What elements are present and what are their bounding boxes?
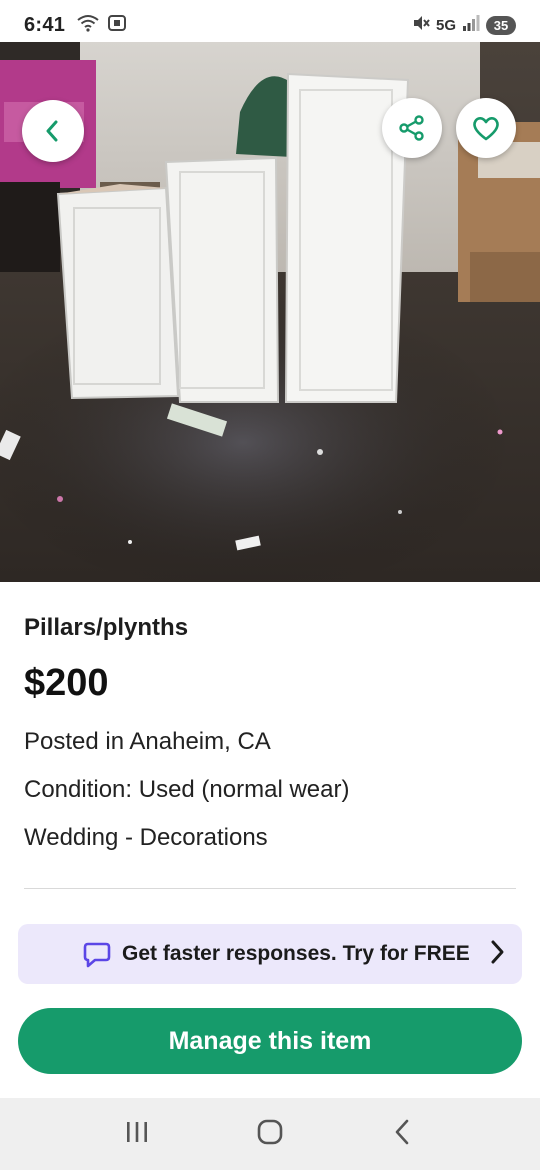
system-back-button[interactable] [373, 1104, 433, 1164]
manage-item-label: Manage this item [168, 1026, 372, 1055]
promo-text: Get faster responses. Try for FREE [122, 942, 470, 965]
item-title: Pillars/plynths [24, 614, 189, 641]
manage-item-button[interactable]: Manage this item [18, 1008, 522, 1074]
status-time: 6:41 [24, 13, 66, 36]
network-label: 5G [435, 16, 456, 34]
system-nav-bar [0, 1098, 540, 1170]
item-category: Wedding - Decorations [24, 824, 268, 851]
home-icon [256, 1118, 284, 1151]
promo-banner[interactable]: Get faster responses. Try for FREE [18, 924, 522, 984]
share-button[interactable] [382, 98, 442, 158]
listing-details: Pillars/plynths $200 Posted in Anaheim, … [24, 608, 516, 862]
back-button[interactable] [22, 100, 84, 162]
chat-bubble-icon [82, 941, 112, 974]
favorite-button[interactable] [456, 98, 516, 158]
chevron-right-icon [486, 937, 508, 972]
recents-button[interactable] [107, 1104, 167, 1164]
home-button[interactable] [240, 1104, 300, 1164]
item-location: Posted in Anaheim, CA [24, 728, 271, 755]
recents-icon [124, 1120, 150, 1149]
share-icon [397, 113, 427, 143]
heart-icon [471, 114, 501, 142]
chevron-left-icon [40, 118, 66, 144]
back-arrow-icon [391, 1118, 415, 1151]
listing-photo[interactable] [0, 42, 540, 582]
battery-badge: 35 [486, 15, 516, 35]
mute-icon [412, 14, 430, 37]
screenshot-icon [107, 14, 127, 37]
item-condition: Condition: Used (normal wear) [24, 776, 350, 803]
divider [24, 888, 516, 889]
wifi-icon [77, 14, 99, 37]
item-price: $200 [24, 662, 109, 704]
signal-icon [462, 14, 480, 36]
